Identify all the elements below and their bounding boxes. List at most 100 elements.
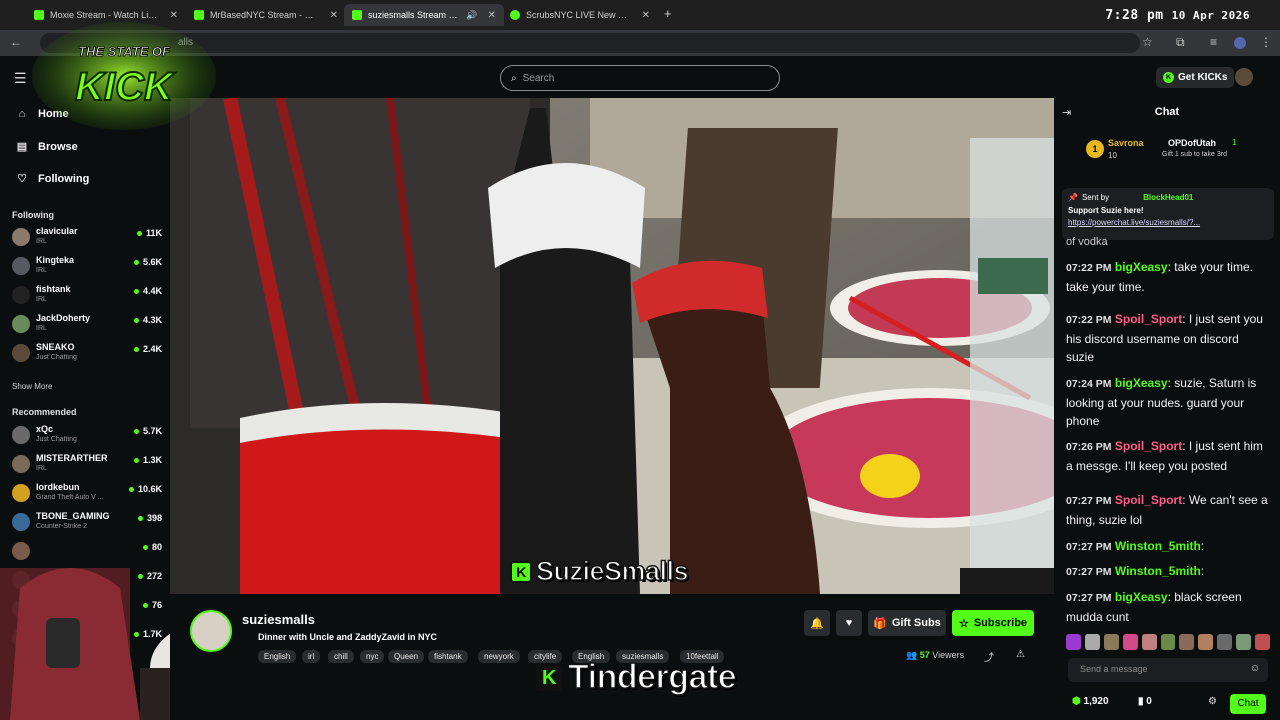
get-kicks-button[interactable]: K Get KICKs (1156, 67, 1235, 88)
subscribe-button[interactable]: ☆ Subscribe (952, 610, 1034, 636)
chat-username[interactable]: bigXeasy (1115, 590, 1168, 604)
chat-timestamp: 07:22 PM (1066, 314, 1112, 326)
sidebar-item-browse[interactable]: ▤ Browse (16, 140, 78, 154)
stream-tag[interactable]: fishtank (428, 650, 468, 663)
channel-viewers: 10.6K (129, 484, 162, 494)
channel-category: IRL (36, 465, 47, 472)
viewer-count: 👥 57 Viewers (906, 650, 965, 660)
stream-tag[interactable]: English (258, 650, 297, 663)
browser-tab-scrubsnyc[interactable]: ScrubsNYC LIVE New York City ✕ (502, 4, 658, 26)
chat-username[interactable]: Winston_5mith (1115, 539, 1201, 553)
channel-avatar (12, 426, 30, 444)
search-icon: ⌕ (511, 72, 517, 84)
channel-avatar (12, 286, 30, 304)
channel-viewers: 1.3K (134, 455, 162, 465)
chat-username[interactable]: Spoil_Sport (1115, 312, 1182, 326)
following-section-title: Following (12, 210, 54, 220)
extensions-icon[interactable]: ⧉ (1176, 35, 1185, 50)
avatar[interactable] (1235, 68, 1253, 86)
gift-leaderboard: 1 Savrona 10 OPDofUtah 1 Gift 1 sub to t… (1086, 136, 1276, 166)
logo-main-text: KICK (75, 65, 176, 109)
channel-name: lordkebun (36, 482, 80, 492)
chat-username[interactable]: bigXeasy (1115, 376, 1168, 390)
sidebar-item-following[interactable]: ♡ Following (16, 172, 89, 186)
chat-message: 07:26 PM Spoil_Sport: I just sent him a … (1066, 439, 1263, 473)
stream-tag[interactable]: chill (328, 650, 354, 663)
powerchat-link[interactable]: https://powerchat.live/suziesmalls/?... (1068, 218, 1268, 227)
stream-tag[interactable]: nyc (360, 650, 385, 663)
channel-viewers: 5.6K (134, 257, 162, 267)
channel-avatar (12, 344, 30, 362)
sidebar-channel[interactable]: JackDoherty IRL 4.3K (12, 313, 162, 337)
close-tab-icon[interactable]: ✕ (488, 10, 496, 21)
close-tab-icon[interactable]: ✕ (642, 10, 650, 21)
channel-viewers: 398 (138, 513, 162, 523)
pinned-message[interactable]: 📌 Sent by BlockHead01 Support Suzie here… (1062, 188, 1274, 240)
sidebar-channel[interactable]: Kingteka IRL 5.6K (12, 255, 162, 279)
reading-list-icon[interactable]: ≡ (1210, 35, 1217, 49)
close-tab-icon[interactable]: ✕ (330, 10, 338, 21)
sidebar-channel[interactable]: lordkebun Grand Theft Auto V ... 10.6K (12, 482, 162, 506)
search-input[interactable]: ⌕ Search (500, 65, 780, 91)
chat-message: 07:24 PM bigXeasy: suzie, Saturn is look… (1066, 376, 1257, 428)
channel-name: fishtank (36, 284, 71, 294)
sidebar-channel[interactable]: TBONE_GAMING Counter-Strike 2 398 (12, 511, 162, 535)
kick-favicon-icon (352, 10, 362, 20)
chat-timestamp: 07:27 PM (1066, 541, 1112, 553)
notification-bell-button[interactable]: 🔔 (804, 610, 830, 636)
audio-playing-icon[interactable]: 🔊 (466, 10, 477, 21)
sidebar-channel[interactable]: SNEAKO Just Chatting 2.4K (12, 342, 162, 366)
streamer-name[interactable]: suziesmalls (242, 612, 315, 627)
stream-tag[interactable]: Queen (388, 650, 425, 663)
kick-favicon-icon (194, 10, 204, 20)
emoji-icon[interactable]: ☺ (1250, 663, 1260, 674)
channel-viewers: 11K (137, 228, 162, 238)
viewers-icon: 👥 (906, 650, 918, 660)
kick-logo-icon: K (536, 664, 562, 691)
video-frame-image (170, 98, 1054, 594)
channel-name: JackDoherty (36, 313, 91, 323)
chat-username[interactable]: Winston_5mith (1115, 564, 1201, 578)
sidebar-channel[interactable]: xQc Just Chatting 5.7K (12, 424, 162, 448)
heart-icon: ♥ (845, 617, 853, 629)
browse-icon: ▤ (16, 141, 28, 153)
rank-badge: 1 (1086, 140, 1104, 158)
stream-tag[interactable]: newyork (478, 650, 520, 663)
video-player[interactable] (170, 98, 1054, 594)
channel-category: IRL (36, 296, 47, 303)
streamer-avatar[interactable] (190, 610, 232, 652)
channel-viewers: 5.7K (134, 426, 162, 436)
new-tab-button[interactable]: + (664, 6, 672, 21)
close-tab-icon[interactable]: ✕ (170, 10, 178, 21)
chat-message: 07:27 PM bigXeasy: black screen mudda cu… (1066, 590, 1242, 624)
chat-username[interactable]: Spoil_Sport (1115, 439, 1182, 453)
bookmark-star-icon[interactable]: ☆ (1142, 35, 1153, 49)
gift-subs-button[interactable]: 🎁 Gift Subs (868, 610, 946, 636)
chat-username[interactable]: Spoil_Sport (1115, 493, 1182, 507)
sidebar-channel[interactable]: clavicular IRL 11K (12, 226, 162, 250)
chat-input[interactable]: Send a message ☺ (1068, 658, 1268, 682)
browser-tab-suziesmalls[interactable]: suziesmalls Stream - Watch Live 🔊 ✕ (344, 4, 504, 26)
chat-send-button[interactable]: Chat (1230, 694, 1266, 714)
emote-bar[interactable] (1066, 634, 1270, 650)
chat-message: 07:27 PM Winston_5mith: (1066, 564, 1205, 578)
channel-name: xQc (36, 424, 54, 434)
points-balance: ▮ 0 (1138, 696, 1152, 707)
profile-icon[interactable] (1234, 37, 1246, 49)
sidebar-channel[interactable]: fishtank IRL 4.4K (12, 284, 162, 308)
stream-tag[interactable]: irl (302, 650, 321, 663)
more-menu-icon[interactable]: ⋮ (1260, 35, 1272, 49)
chat-username[interactable]: bigXeasy (1115, 260, 1168, 274)
gear-icon[interactable]: ⚙ (1208, 696, 1217, 707)
sidebar-channel[interactable]: MISTERARTHER IRL 1.3K (12, 453, 162, 477)
chat-timestamp: 07:24 PM (1066, 378, 1112, 390)
menu-icon[interactable]: ☰ (14, 70, 27, 87)
back-icon[interactable]: ← (10, 35, 22, 49)
follow-button[interactable]: ♥ (836, 610, 862, 636)
share-icon[interactable]: ⤴ (984, 649, 994, 664)
show-more-link[interactable]: Show More (12, 382, 52, 391)
clock: 7:28 pm 10 Apr 2026 (1105, 8, 1250, 23)
gift-icon: 🎁 (873, 617, 887, 630)
report-icon[interactable]: ⚠ (1016, 649, 1025, 660)
chat-timestamp: 07:26 PM (1066, 441, 1112, 453)
